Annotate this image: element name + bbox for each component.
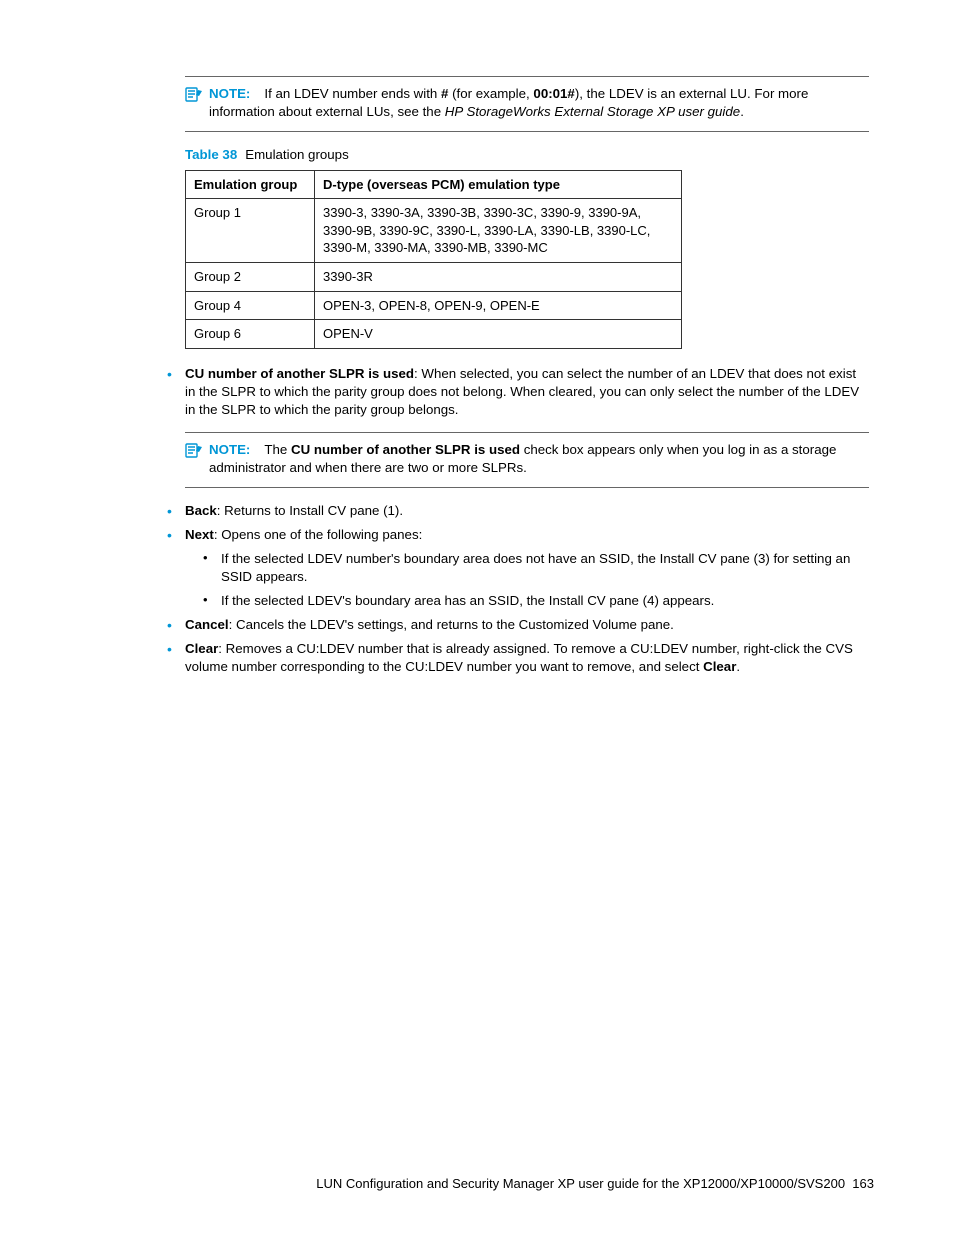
item-text: : Cancels the LDEV's settings, and retur…	[229, 617, 674, 632]
list-item: Cancel: Cancels the LDEV's settings, and…	[167, 616, 869, 634]
table-header-group: Emulation group	[186, 170, 315, 199]
list-item: Clear: Removes a CU:LDEV number that is …	[167, 640, 869, 676]
note-icon	[185, 442, 209, 465]
item-label: Next	[185, 527, 214, 542]
table-cell: 3390-3, 3390-3A, 3390-3B, 3390-3C, 3390-…	[315, 199, 682, 263]
item-label: Clear	[185, 641, 218, 656]
note-label: NOTE:	[209, 86, 250, 101]
table-row: Group 1 3390-3, 3390-3A, 3390-3B, 3390-3…	[186, 199, 682, 263]
list-item: Back: Returns to Install CV pane (1).	[167, 502, 869, 520]
table-cell: Group 6	[186, 320, 315, 349]
table-cell: OPEN-3, OPEN-8, OPEN-9, OPEN-E	[315, 291, 682, 320]
sub-list-item: If the selected LDEV's boundary area has…	[203, 592, 869, 610]
table-row: Group 4 OPEN-3, OPEN-8, OPEN-9, OPEN-E	[186, 291, 682, 320]
note-label: NOTE:	[209, 442, 250, 457]
footer-title: LUN Configuration and Security Manager X…	[316, 1176, 845, 1191]
table-cell: Group 1	[186, 199, 315, 263]
bullet-list: CU number of another SLPR is used: When …	[167, 365, 869, 676]
table-cell: Group 2	[186, 263, 315, 292]
item-text: : Removes a CU:LDEV number that is alrea…	[185, 641, 853, 674]
table-row: Group 6 OPEN-V	[186, 320, 682, 349]
table-cell: OPEN-V	[315, 320, 682, 349]
page-content: NOTE:If an LDEV number ends with # (for …	[185, 76, 869, 676]
sub-list-item: If the selected LDEV number's boundary a…	[203, 550, 869, 586]
item-text: : Opens one of the following panes:	[214, 527, 422, 542]
list-item: CU number of another SLPR is used: When …	[167, 365, 869, 489]
table-cell: 3390-3R	[315, 263, 682, 292]
table-row: Group 2 3390-3R	[186, 263, 682, 292]
list-item: Next: Opens one of the following panes: …	[167, 526, 869, 610]
table-caption: Table 38 Emulation groups	[185, 146, 869, 164]
item-label: Cancel	[185, 617, 229, 632]
page-footer: LUN Configuration and Security Manager X…	[316, 1175, 874, 1193]
table-number: Table 38	[185, 147, 237, 162]
emulation-groups-table: Emulation group D-type (overseas PCM) em…	[185, 170, 682, 349]
note-icon	[185, 86, 209, 109]
note-text: NOTE:If an LDEV number ends with # (for …	[209, 85, 869, 121]
table-cell: Group 4	[186, 291, 315, 320]
item-label: Back	[185, 503, 217, 518]
item-text: : Returns to Install CV pane (1).	[217, 503, 403, 518]
sub-list: If the selected LDEV number's boundary a…	[203, 550, 869, 610]
note-block-2: NOTE:The CU number of another SLPR is us…	[185, 432, 869, 488]
item-label: CU number of another SLPR is used	[185, 366, 414, 381]
note-block-1: NOTE:If an LDEV number ends with # (for …	[185, 76, 869, 132]
table-header-type: D-type (overseas PCM) emulation type	[315, 170, 682, 199]
page-number: 163	[852, 1176, 874, 1191]
table-title: Emulation groups	[245, 147, 348, 162]
note-text: NOTE:The CU number of another SLPR is us…	[209, 441, 869, 477]
